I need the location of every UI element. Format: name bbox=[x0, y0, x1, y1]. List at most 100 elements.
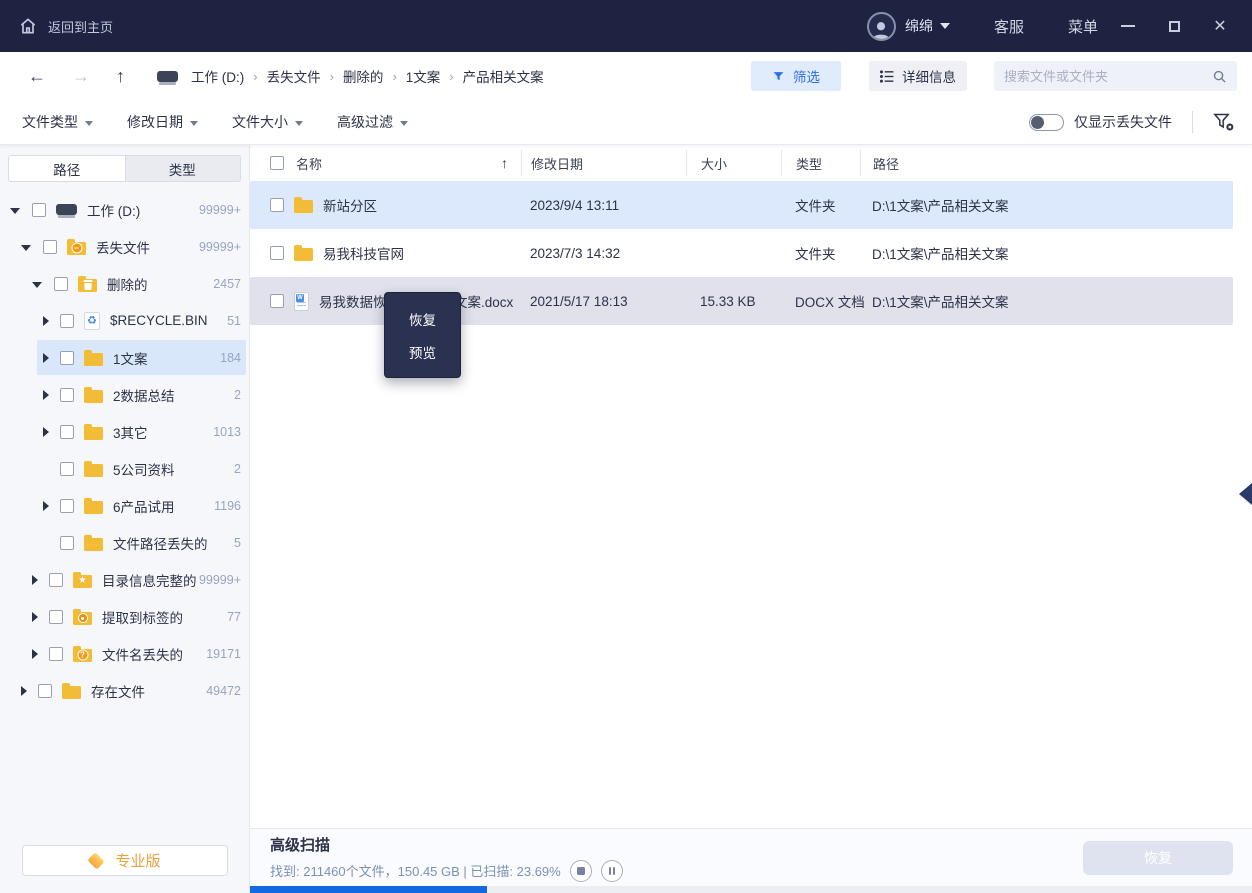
expand-arrow-icon[interactable] bbox=[32, 649, 38, 659]
panel-collapse-arrow-icon[interactable] bbox=[1239, 483, 1252, 505]
context-menu-recover[interactable]: 恢复 bbox=[385, 302, 460, 335]
column-header-type[interactable]: 类型 bbox=[781, 150, 860, 176]
username-label[interactable]: 绵绵 bbox=[905, 16, 933, 36]
stop-scan-button[interactable] bbox=[570, 860, 592, 882]
checkbox[interactable] bbox=[38, 684, 52, 698]
search-box[interactable] bbox=[994, 61, 1237, 91]
filter-dropdown[interactable]: 文件大小 bbox=[232, 112, 303, 132]
column-header-date[interactable]: 修改日期 bbox=[521, 150, 686, 176]
expand-arrow-icon[interactable] bbox=[43, 353, 49, 363]
expand-arrow-icon[interactable] bbox=[21, 245, 31, 251]
expand-arrow-icon[interactable] bbox=[32, 612, 38, 622]
checkbox[interactable] bbox=[60, 462, 74, 476]
tree-item[interactable]: 3其它 1013 bbox=[0, 413, 249, 450]
tree-item[interactable]: ? 文件名丢失的 19171 bbox=[0, 635, 249, 672]
clear-filter-icon[interactable] bbox=[1213, 112, 1235, 132]
tree-item[interactable]: ★ 目录信息完整的 99999+ bbox=[0, 561, 249, 598]
select-all-checkbox[interactable] bbox=[270, 156, 284, 170]
pro-version-button[interactable]: 专业版 bbox=[22, 845, 228, 876]
nav-up-button[interactable]: ↑ bbox=[116, 66, 125, 87]
expand-arrow-icon[interactable] bbox=[10, 208, 20, 214]
support-button[interactable]: 客服 bbox=[994, 16, 1024, 37]
checkbox[interactable] bbox=[60, 314, 74, 328]
maximize-button[interactable] bbox=[1158, 11, 1190, 41]
expand-arrow-icon[interactable] bbox=[43, 427, 49, 437]
nav-back-button[interactable]: ← bbox=[28, 66, 46, 87]
recover-button[interactable]: 恢复 bbox=[1083, 841, 1233, 875]
expand-arrow-icon[interactable] bbox=[43, 390, 49, 400]
breadcrumb-item[interactable]: 删除的 bbox=[343, 66, 384, 86]
tree-item[interactable]: 工作 (D:) 99999+ bbox=[0, 191, 249, 228]
filter-dropdown[interactable]: 高级过滤 bbox=[337, 112, 408, 132]
search-input[interactable] bbox=[1004, 69, 1212, 84]
expand-arrow-icon[interactable] bbox=[43, 316, 49, 326]
tree-item-label: 2数据总结 bbox=[113, 385, 175, 405]
minimize-button[interactable] bbox=[1112, 11, 1144, 41]
breadcrumb-item[interactable]: 产品相关文案 bbox=[463, 66, 544, 86]
folder-star-icon: ★ bbox=[73, 575, 92, 588]
tree-item[interactable]: 文件路径丢失的 5 bbox=[0, 524, 249, 561]
drive-icon bbox=[157, 71, 178, 82]
tree-item[interactable]: – 丢失文件 99999+ bbox=[0, 228, 249, 265]
only-lost-files-toggle[interactable] bbox=[1029, 114, 1064, 131]
detail-info-button[interactable]: 详细信息 bbox=[869, 61, 967, 91]
checkbox[interactable] bbox=[49, 610, 63, 624]
checkbox[interactable] bbox=[270, 246, 284, 260]
checkbox[interactable] bbox=[60, 499, 74, 513]
search-icon[interactable] bbox=[1212, 69, 1227, 84]
breadcrumb-item[interactable]: 1文案 bbox=[406, 66, 441, 86]
checkbox[interactable] bbox=[60, 388, 74, 402]
tree-item[interactable]: ♻ $RECYCLE.BIN 51 bbox=[0, 302, 249, 339]
tree-item-count: 51 bbox=[227, 314, 241, 328]
file-path: D:\1文案\产品相关文案 bbox=[860, 291, 1233, 311]
tree-item[interactable]: 提取到标签的 77 bbox=[0, 598, 249, 635]
tab-path[interactable]: 路径 bbox=[9, 156, 125, 181]
column-header-size[interactable]: 大小 bbox=[686, 150, 781, 176]
filter-dropdown[interactable]: 文件类型 bbox=[22, 112, 93, 132]
checkbox[interactable] bbox=[32, 203, 46, 217]
pause-scan-button[interactable] bbox=[601, 860, 623, 882]
checkbox[interactable] bbox=[54, 277, 68, 291]
filter-dropdown[interactable]: 修改日期 bbox=[127, 112, 198, 132]
user-menu-caret-icon[interactable] bbox=[940, 23, 950, 29]
file-type: 文件夹 bbox=[781, 195, 860, 215]
checkbox[interactable] bbox=[43, 240, 57, 254]
checkbox[interactable] bbox=[60, 536, 74, 550]
table-row[interactable]: 易我科技官网 2023/7/3 14:32 文件夹 D:\1文案\产品相关文案 bbox=[250, 229, 1233, 277]
nav-forward-button[interactable]: → bbox=[72, 66, 90, 87]
tree-item[interactable]: 存在文件 49472 bbox=[0, 672, 249, 709]
tree-item[interactable]: 5公司资料 2 bbox=[0, 450, 249, 487]
column-header-name[interactable]: 名称 bbox=[296, 154, 322, 173]
breadcrumb-item[interactable]: 丢失文件 bbox=[267, 66, 321, 86]
tree-item[interactable]: 6产品试用 1196 bbox=[0, 487, 249, 524]
tab-type[interactable]: 类型 bbox=[125, 156, 241, 181]
checkbox[interactable] bbox=[60, 351, 74, 365]
checkbox[interactable] bbox=[60, 425, 74, 439]
table-row[interactable]: 新站分区 2023/9/4 13:11 文件夹 D:\1文案\产品相关文案 bbox=[250, 181, 1233, 229]
checkbox[interactable] bbox=[49, 647, 63, 661]
tree-item[interactable]: 2数据总结 2 bbox=[0, 376, 249, 413]
only-lost-files-label: 仅显示丢失文件 bbox=[1074, 112, 1172, 132]
column-header-path[interactable]: 路径 bbox=[860, 150, 1252, 176]
close-button[interactable]: ✕ bbox=[1204, 11, 1236, 41]
expand-arrow-icon[interactable] bbox=[32, 282, 42, 288]
sort-ascending-icon[interactable]: ↑ bbox=[501, 155, 508, 171]
chevron-down-icon bbox=[400, 121, 408, 126]
menu-button[interactable]: 菜单 bbox=[1068, 16, 1098, 37]
back-to-home-button[interactable]: 返回到主页 bbox=[18, 16, 113, 36]
user-avatar[interactable] bbox=[867, 12, 896, 41]
folder-trash-icon bbox=[78, 279, 97, 292]
tree-item-count: 49472 bbox=[206, 684, 241, 698]
expand-arrow-icon[interactable] bbox=[21, 686, 27, 696]
context-menu-preview[interactable]: 预览 bbox=[385, 335, 460, 368]
filter-button[interactable]: 筛选 bbox=[751, 61, 841, 91]
breadcrumb-item[interactable]: 工作 (D:) bbox=[191, 66, 244, 86]
checkbox[interactable] bbox=[270, 294, 284, 308]
tree-item[interactable]: 删除的 2457 bbox=[0, 265, 249, 302]
checkbox[interactable] bbox=[49, 573, 63, 587]
tree-item[interactable]: 1文案 184 bbox=[0, 339, 249, 376]
checkbox[interactable] bbox=[270, 198, 284, 212]
expand-arrow-icon[interactable] bbox=[32, 575, 38, 585]
expand-arrow-icon[interactable] bbox=[43, 501, 49, 511]
sidebar: 路径 类型 工作 (D:) 99999+ – 丢失文件 99999+ 删除的 2… bbox=[0, 145, 250, 893]
